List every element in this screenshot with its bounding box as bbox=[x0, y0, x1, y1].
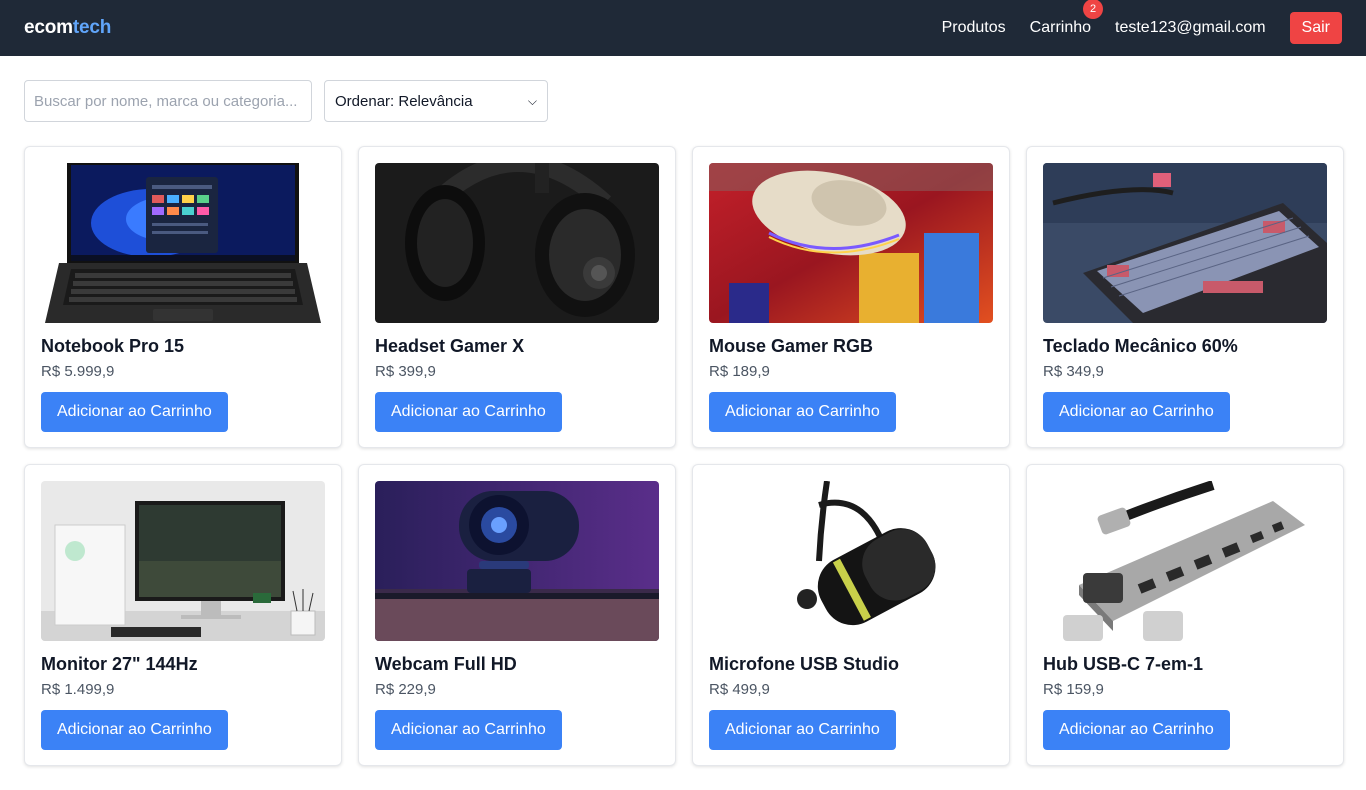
navbar: ecomtech Produtos Carrinho 2 teste123@gm… bbox=[0, 0, 1366, 56]
add-to-cart-button[interactable]: Adicionar ao Carrinho bbox=[709, 710, 896, 750]
product-price: R$ 159,9 bbox=[1043, 681, 1104, 698]
product-grid: Notebook Pro 15 R$ 5.999,9 Adicionar ao … bbox=[0, 122, 1366, 766]
product-image-notebook[interactable] bbox=[41, 163, 325, 323]
add-to-cart-button[interactable]: Adicionar ao Carrinho bbox=[41, 710, 228, 750]
brand-part-tech: tech bbox=[72, 17, 112, 38]
product-price: R$ 229,9 bbox=[375, 681, 436, 698]
search-input[interactable] bbox=[24, 80, 312, 122]
product-name: Hub USB-C 7-em-1 bbox=[1043, 654, 1204, 674]
product-name: Monitor 27" 144Hz bbox=[41, 654, 198, 674]
product-card: Monitor 27" 144Hz R$ 1.499,9 Adicionar a… bbox=[24, 464, 342, 766]
add-to-cart-button[interactable]: Adicionar ao Carrinho bbox=[375, 710, 562, 750]
product-image-monitor[interactable] bbox=[41, 481, 325, 641]
product-image-headset[interactable] bbox=[375, 163, 659, 323]
product-price: R$ 5.999,9 bbox=[41, 363, 115, 380]
product-image-webcam[interactable] bbox=[375, 481, 659, 641]
add-to-cart-button[interactable]: Adicionar ao Carrinho bbox=[709, 392, 896, 432]
nav-products-link[interactable]: Produtos bbox=[942, 19, 1006, 37]
product-price: R$ 1.499,9 bbox=[41, 681, 115, 698]
brand-logo[interactable]: ecomtech bbox=[24, 17, 111, 39]
add-to-cart-button[interactable]: Adicionar ao Carrinho bbox=[1043, 392, 1230, 432]
product-card: Mouse Gamer RGB R$ 189,9 Adicionar ao Ca… bbox=[692, 146, 1010, 448]
sort-select[interactable]: Ordenar: Relevância ⌵ bbox=[324, 80, 548, 122]
nav-menu: Produtos Carrinho 2 teste123@gmail.com S… bbox=[942, 0, 1342, 44]
add-to-cart-button[interactable]: Adicionar ao Carrinho bbox=[1043, 710, 1230, 750]
product-card: Webcam Full HD R$ 229,9 Adicionar ao Car… bbox=[358, 464, 676, 766]
product-price: R$ 189,9 bbox=[709, 363, 770, 380]
brand-part-ecom: ecom bbox=[24, 17, 73, 38]
logout-button[interactable]: Sair bbox=[1289, 12, 1342, 44]
product-price: R$ 349,9 bbox=[1043, 363, 1104, 380]
product-image-usb-hub[interactable] bbox=[1043, 481, 1327, 641]
product-card: Notebook Pro 15 R$ 5.999,9 Adicionar ao … bbox=[24, 146, 342, 448]
product-name: Webcam Full HD bbox=[375, 654, 517, 674]
sort-select-value: Ordenar: Relevância bbox=[335, 92, 473, 110]
user-email: teste123@gmail.com bbox=[1115, 19, 1266, 36]
product-name: Microfone USB Studio bbox=[709, 654, 899, 674]
product-name: Headset Gamer X bbox=[375, 336, 525, 356]
product-name: Notebook Pro 15 bbox=[41, 336, 185, 356]
add-to-cart-button[interactable]: Adicionar ao Carrinho bbox=[375, 392, 562, 432]
product-name: Mouse Gamer RGB bbox=[709, 336, 874, 356]
product-name: Teclado Mecânico 60% bbox=[1043, 336, 1238, 356]
nav-cart-link[interactable]: Carrinho 2 bbox=[1029, 0, 1104, 37]
product-price: R$ 499,9 bbox=[709, 681, 770, 698]
add-to-cart-button[interactable]: Adicionar ao Carrinho bbox=[41, 392, 228, 432]
product-image-keyboard[interactable] bbox=[1043, 163, 1327, 323]
chevron-down-icon: ⌵ bbox=[527, 93, 537, 108]
product-card: Teclado Mecânico 60% R$ 349,9 Adicionar … bbox=[1026, 146, 1344, 448]
product-card: Microfone USB Studio R$ 499,9 Adicionar … bbox=[692, 464, 1010, 766]
product-image-mouse[interactable] bbox=[709, 163, 993, 323]
cart-count-badge: 2 bbox=[1083, 0, 1104, 19]
nav-cart-label: Carrinho bbox=[1029, 19, 1092, 36]
product-price: R$ 399,9 bbox=[375, 363, 436, 380]
product-card: Hub USB-C 7-em-1 R$ 159,9 Adicionar ao C… bbox=[1026, 464, 1344, 766]
product-image-microphone[interactable] bbox=[709, 481, 993, 641]
filters-bar: Ordenar: Relevância ⌵ bbox=[0, 56, 1366, 122]
product-card: Headset Gamer X R$ 399,9 Adicionar ao Ca… bbox=[358, 146, 676, 448]
